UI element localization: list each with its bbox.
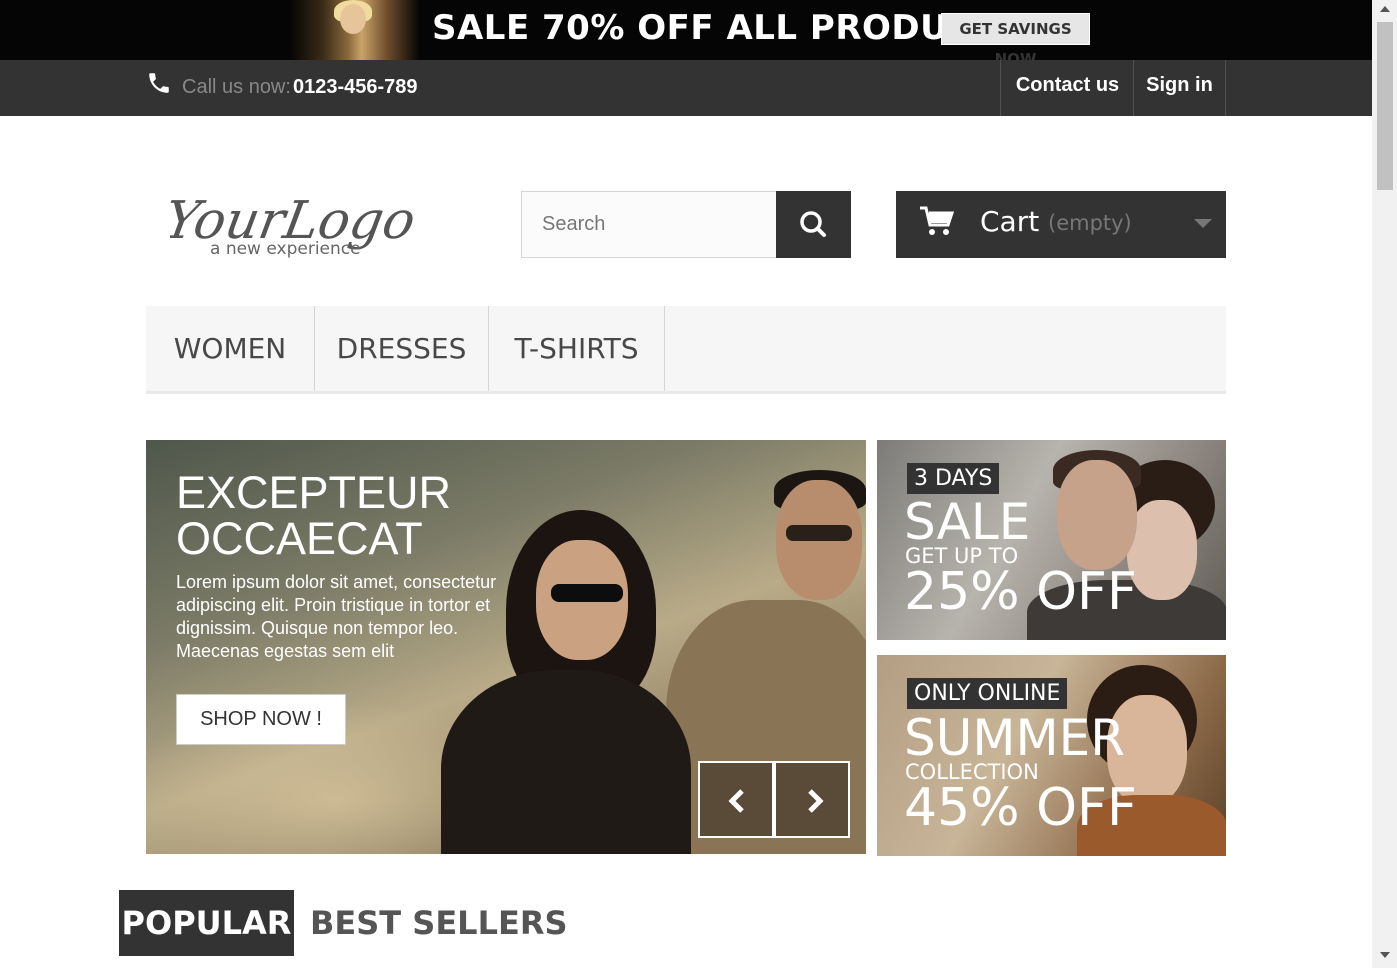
promo-banner[interactable]: SALE 70% OFF ALL PRODUCTS GET SAVINGS NO…: [0, 0, 1372, 60]
phone-number: 0123-456-789: [293, 76, 418, 98]
search-icon: [800, 211, 826, 237]
slider-next-button[interactable]: [774, 761, 850, 838]
tab-best-sellers[interactable]: BEST SELLERS: [310, 890, 568, 956]
svg-text:a new experience: a new experience: [210, 239, 361, 259]
banner-tag: ONLY ONLINE: [907, 678, 1068, 709]
main-menu: WOMEN DRESSES T-SHIRTS: [146, 306, 1226, 394]
phone-icon: [149, 73, 169, 93]
cart-icon: [920, 206, 954, 235]
site-logo[interactable]: YourLogo a new experience: [159, 180, 440, 265]
scroll-up-icon[interactable]: [1380, 6, 1390, 12]
banner-tag: 3 DAYS: [907, 463, 1000, 494]
page: SALE 70% OFF ALL PRODUCTS GET SAVINGS NO…: [0, 0, 1372, 968]
contact-us-link[interactable]: Contact us: [1000, 60, 1134, 116]
banner-discount: 45% OFF: [904, 778, 1137, 838]
promo-model-image: [290, 0, 420, 60]
cart-label: Cart: [980, 205, 1040, 238]
scroll-down-icon[interactable]: [1380, 952, 1390, 958]
vertical-scrollbar[interactable]: [1372, 0, 1397, 968]
cart-status: (empty): [1048, 211, 1132, 235]
banner-discount: 25% OFF: [904, 562, 1137, 622]
menu-item-dresses[interactable]: DRESSES: [315, 306, 489, 391]
summer-collection-banner[interactable]: ONLY ONLINE SUMMER COLLECTION 45% OFF: [877, 655, 1226, 856]
chevron-down-icon: [1194, 219, 1212, 228]
shop-now-button[interactable]: SHOP NOW !: [176, 694, 346, 745]
cart-block[interactable]: Cart (empty): [896, 191, 1226, 258]
banner-headline: SUMMER: [904, 709, 1125, 767]
banner-headline: SALE: [904, 493, 1031, 551]
get-savings-button[interactable]: GET SAVINGS NOW: [941, 13, 1090, 60]
search-input[interactable]: [521, 191, 777, 258]
chevron-left-icon: [728, 789, 744, 813]
tab-popular[interactable]: POPULAR: [119, 890, 294, 956]
slider-text: Lorem ipsum dolor sit amet, consectetur …: [176, 572, 497, 661]
slider-prev-button[interactable]: [698, 761, 774, 838]
scroll-thumb[interactable]: [1377, 22, 1393, 190]
homepage-slider: EXCEPTEUR OCCAECAT Lorem ipsum dolor sit…: [146, 440, 866, 854]
slider-title: EXCEPTEUR OCCAECAT: [176, 467, 452, 564]
call-us-label: Call us now:: [182, 76, 291, 98]
chevron-right-icon: [808, 789, 824, 813]
search-button[interactable]: [776, 191, 851, 258]
sale-banner[interactable]: 3 DAYS SALE GET UP TO 25% OFF: [877, 440, 1226, 640]
top-nav-bar: Call us now: 0123-456-789 Contact us Sig…: [0, 60, 1372, 116]
promo-text: SALE 70% OFF ALL PRODUCTS: [432, 8, 1023, 48]
sign-in-link[interactable]: Sign in: [1133, 60, 1226, 116]
menu-item-tshirts[interactable]: T-SHIRTS: [489, 306, 665, 391]
menu-item-women[interactable]: WOMEN: [146, 306, 315, 391]
